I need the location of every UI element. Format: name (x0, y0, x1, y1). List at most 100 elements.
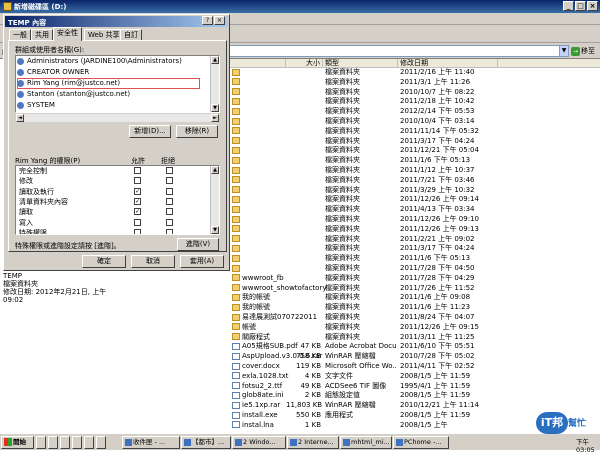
taskbar-item[interactable]: 2 Interne... (287, 436, 339, 449)
file-row[interactable]: fotsu2_2.ttf 49 KB ACDSee6 TIF 圖像 1995/4/1 … (230, 382, 600, 392)
minimize-button[interactable]: _ (563, 1, 574, 11)
file-date: 1995/4/1 上午 11:59 (400, 381, 471, 390)
file-row[interactable]: 檔案資料夾 2011/7/28 下午 04:50 (230, 264, 600, 274)
advanced-button[interactable]: 進階(V) (177, 238, 219, 251)
go-button[interactable]: → 移至 (571, 45, 599, 57)
allow-checkbox[interactable]: ✓ (134, 197, 141, 205)
file-row[interactable]: A05規格SUB.pdf 47 KB Adobe Acrobat Docu... 20… (230, 342, 600, 352)
file-row[interactable]: 檔案資料夾 2011/11/14 下午 05:32 (230, 127, 600, 137)
quicklaunch-outlook-icon[interactable] (60, 436, 70, 449)
scroll-down-icon[interactable]: ▼ (211, 226, 219, 234)
permissions-scrollbar[interactable]: ▲ ▼ (210, 166, 219, 234)
user-item[interactable]: SYSTEM (16, 100, 210, 111)
file-row[interactable]: 檔案資料夾 2011/12/26 上午 09:10 (230, 215, 600, 225)
scroll-down-icon[interactable]: ▼ (211, 104, 219, 112)
address-dropdown-icon[interactable]: ▼ (559, 45, 569, 57)
deny-checkbox[interactable] (166, 197, 173, 205)
file-row[interactable]: 檔案資料夾 2011/3/17 下午 04:24 (230, 244, 600, 254)
file-row[interactable]: 檔案資料夾 2011/12/21 下午 05:04 (230, 146, 600, 156)
file-row[interactable]: 檔案資料夾 2010/10/7 上午 08:22 (230, 88, 600, 98)
file-row[interactable]: 檔案資料夾 2011/7/21 下午 03:46 (230, 176, 600, 186)
dialog-close-button[interactable]: × (214, 16, 225, 25)
tab-sharing[interactable]: 共用 (31, 29, 53, 40)
file-row[interactable]: 檔案資料夾 2011/1/6 下午 05:13 (230, 254, 600, 264)
col-modified[interactable]: 修改日期 (398, 59, 498, 68)
ok-button[interactable]: 確定 (82, 255, 126, 268)
scroll-left-icon[interactable]: ◄ (16, 114, 24, 122)
quicklaunch-app-icon[interactable] (96, 436, 106, 449)
file-row[interactable]: 我的帳號 檔案資料夾 2011/1/6 上午 11:23 (230, 303, 600, 313)
file-row[interactable]: cover.docx 119 KB Microsoft Office Wo... 20… (230, 362, 600, 372)
tab-web-sharing[interactable]: Web 共享 (84, 29, 124, 40)
file-row[interactable]: 檔案資料夾 2012/2/14 下午 05:53 (230, 107, 600, 117)
user-item[interactable]: CREATOR OWNER (16, 67, 210, 78)
file-row[interactable]: wwwroot_fb 檔案資料夾 2011/7/28 下午 04:29 (230, 274, 600, 284)
taskbar-item[interactable]: PChome -... (393, 436, 449, 449)
scroll-right-icon[interactable]: ► (211, 114, 219, 122)
tab-security[interactable]: 安全性 (53, 27, 82, 41)
deny-checkbox[interactable] (166, 167, 173, 174)
deny-checkbox[interactable] (166, 208, 173, 216)
maximize-button[interactable]: □ (575, 1, 586, 11)
scroll-up-icon[interactable]: ▲ (211, 56, 219, 64)
col-type[interactable]: 類型 (323, 59, 398, 68)
user-list-hscrollbar[interactable]: ◄ ► (16, 114, 219, 122)
file-row[interactable]: 關廠程式 檔案資料夾 2011/3/11 上午 11:25 (230, 333, 600, 343)
file-row[interactable]: 檔案資料夾 2011/4/13 下午 03:34 (230, 205, 600, 215)
user-item[interactable]: Administrators (JARDINE100\Administrator… (16, 56, 210, 67)
file-row[interactable]: 帳號 檔案資料夾 2011/12/26 上午 09:15 (230, 323, 600, 333)
allow-checkbox[interactable] (134, 218, 141, 226)
remove-button[interactable]: 移除(R) (176, 125, 218, 138)
file-row[interactable]: 檔案資料夾 2010/10/4 下午 03:14 (230, 117, 600, 127)
allow-checkbox[interactable] (134, 167, 141, 174)
cancel-button[interactable]: 取消 (131, 255, 175, 268)
file-row[interactable]: 易達展測試070722011 檔案資料夾 2011/8/24 下午 04:07 (230, 313, 600, 323)
file-row[interactable]: 檔案資料夾 2011/12/26 上午 09:13 (230, 225, 600, 235)
taskbar-item[interactable]: mhtml_mi... (340, 436, 392, 449)
add-button[interactable]: 新增(D)... (129, 125, 171, 138)
apply-button[interactable]: 套用(A) (180, 255, 224, 268)
quicklaunch-app-icon[interactable] (72, 436, 82, 449)
file-row[interactable]: 檔案資料夾 2011/3/1 上午 11:26 (230, 78, 600, 88)
allow-checkbox[interactable] (134, 228, 141, 234)
address-input[interactable] (229, 45, 569, 57)
file-row[interactable]: 檔案資料夾 2011/3/29 上午 10:32 (230, 186, 600, 196)
deny-checkbox[interactable] (166, 187, 173, 195)
col-size[interactable]: 大小 (286, 59, 323, 68)
quicklaunch-desktop-icon[interactable] (48, 436, 58, 449)
file-row[interactable]: wwwroot_showtofactory 檔案資料夾 2011/7/26 上午 1… (230, 284, 600, 294)
file-row[interactable]: 檔案資料夾 2011/3/17 下午 04:24 (230, 137, 600, 147)
close-window-button[interactable]: × (587, 1, 598, 11)
help-button[interactable]: ? (202, 16, 213, 25)
taskbar-item[interactable]: 【都市】... (181, 436, 231, 449)
quicklaunch-app-icon[interactable] (84, 436, 94, 449)
file-row[interactable]: ie5.1xp.rar 11,803 KB WinRAR 壓縮檔 2010/12/21… (230, 401, 600, 411)
allow-checkbox[interactable]: ✓ (134, 187, 141, 195)
file-row[interactable]: 檔案資料夾 2011/2/16 上午 11:40 (230, 68, 600, 78)
clock[interactable]: 下午 03:05 (576, 436, 600, 454)
file-row[interactable]: 檔案資料夾 2011/1/12 上午 10:37 (230, 166, 600, 176)
deny-checkbox[interactable] (166, 228, 173, 234)
file-row[interactable]: 檔案資料夾 2011/2/18 上午 10:42 (230, 97, 600, 107)
file-row[interactable]: 檔案資料夾 2011/1/6 下午 05:13 (230, 156, 600, 166)
deny-checkbox[interactable] (166, 177, 173, 185)
file-row[interactable]: 我的帳號 檔案資料夾 2011/1/6 上午 09:08 (230, 293, 600, 303)
allow-checkbox[interactable] (134, 177, 141, 185)
tab-general[interactable]: 一般 (9, 29, 31, 40)
file-row[interactable]: AspUpload.v3.0.0.6.rar 758 KB WinRAR 壓縮檔 20… (230, 352, 600, 362)
file-row[interactable]: 檔案資料夾 2011/2/21 上午 09:02 (230, 235, 600, 245)
tab-customize[interactable]: 自訂 (120, 29, 142, 40)
col-name[interactable] (230, 59, 286, 68)
allow-checkbox[interactable]: ✓ (134, 208, 141, 216)
taskbar-item[interactable]: 收件匣 - ... (122, 436, 180, 449)
file-row[interactable]: 檔案資料夾 2011/12/26 上午 09:14 (230, 195, 600, 205)
user-item[interactable]: Stanton (stanton@justco.net) (16, 89, 210, 100)
scroll-up-icon[interactable]: ▲ (211, 166, 219, 174)
taskbar-item[interactable]: 2 Windo... (232, 436, 286, 449)
file-row[interactable]: exla.1028.txt 4 KB 文字文件 2008/1/5 上午 11:59 (230, 372, 600, 382)
file-row[interactable]: glob8ate.ini 2 KB 組態設定值 2008/1/5 上午 11:59 (230, 391, 600, 401)
quicklaunch-ie-icon[interactable] (36, 436, 46, 449)
start-button[interactable]: 開始 (1, 436, 34, 449)
user-list-scrollbar[interactable]: ▲ ▼ (210, 56, 219, 112)
deny-checkbox[interactable] (166, 218, 173, 226)
